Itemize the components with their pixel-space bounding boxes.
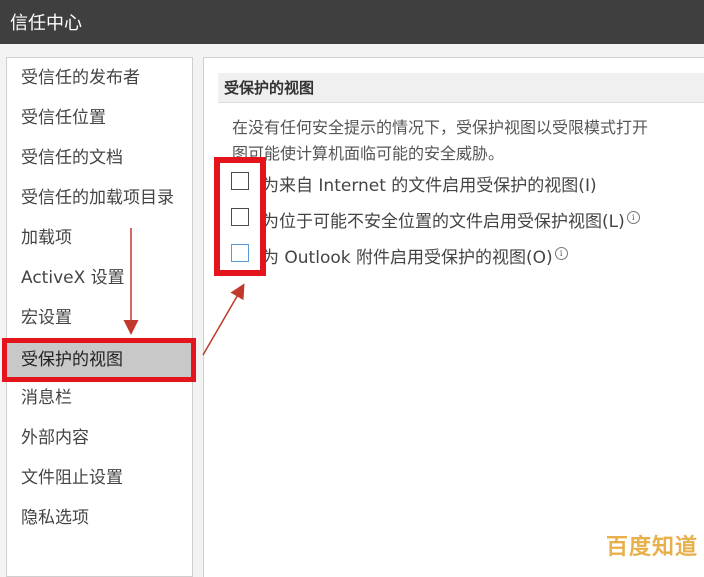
description-line-2: 图可能使计算机面临可能的安全威胁。	[232, 144, 505, 163]
option-label-internet-files[interactable]: 为来自 Internet 的文件启用受保护的视图(I)	[262, 171, 597, 196]
sidebar-item-trusted-locations[interactable]: 受信任位置	[9, 100, 190, 136]
window-title: 信任中心	[10, 13, 82, 34]
dialog-body: 受信任的发布者 受信任位置 受信任的文档 受信任的加载项目录 加载项 Activ…	[0, 44, 704, 577]
checkbox-highlight-box	[214, 157, 266, 276]
sidebar-item-protected-view[interactable]: 受保护的视图	[2, 338, 196, 382]
option-label-unsafe-locations[interactable]: 为位于可能不安全位置的文件启用受保护视图(L) i	[262, 207, 640, 232]
sidebar-item-file-block-settings[interactable]: 文件阻止设置	[9, 460, 190, 496]
sidebar-item-trusted-publishers[interactable]: 受信任的发布者	[9, 60, 190, 96]
sidebar-item-trusted-addin-catalogs[interactable]: 受信任的加载项目录	[9, 180, 190, 216]
section-title: 受保护的视图	[224, 79, 315, 97]
title-bar: 信任中心	[0, 0, 704, 44]
sidebar-item-macro-settings[interactable]: 宏设置	[9, 300, 190, 336]
section-header: 受保护的视图	[218, 73, 704, 103]
sidebar-item-addins[interactable]: 加载项	[9, 220, 190, 256]
option-text-unsafe-locations[interactable]: 为位于可能不安全位置的文件启用受保护视图(L)	[262, 212, 625, 232]
sidebar-item-message-bar[interactable]: 消息栏	[9, 380, 190, 416]
sidebar-item-activex-settings[interactable]: ActiveX 设置	[9, 260, 190, 296]
description-line-1: 在没有任何安全提示的情况下，受保护视图以受限模式打开	[232, 118, 649, 137]
settings-panel: 受保护的视图 在没有任何安全提示的情况下，受保护视图以受限模式打开 图可能使计算…	[203, 57, 704, 577]
info-icon[interactable]: i	[626, 211, 640, 225]
sidebar-item-external-content[interactable]: 外部内容	[9, 420, 190, 456]
sidebar-item-trusted-documents[interactable]: 受信任的文档	[9, 140, 190, 176]
option-text-outlook-attachments[interactable]: 为 Outlook 附件启用受保护的视图(O)	[262, 248, 553, 268]
watermark-logo: 百度知道	[605, 535, 698, 560]
info-icon[interactable]: i	[554, 247, 568, 261]
option-label-outlook-attachments[interactable]: 为 Outlook 附件启用受保护的视图(O) i	[262, 243, 568, 268]
section-description: 在没有任何安全提示的情况下，受保护视图以受限模式打开 图可能使计算机面临可能的安…	[232, 115, 704, 167]
sidebar-item-privacy-options[interactable]: 隐私选项	[9, 500, 190, 536]
sidebar-nav: 受信任的发布者 受信任位置 受信任的文档 受信任的加载项目录 加载项 Activ…	[2, 57, 196, 577]
